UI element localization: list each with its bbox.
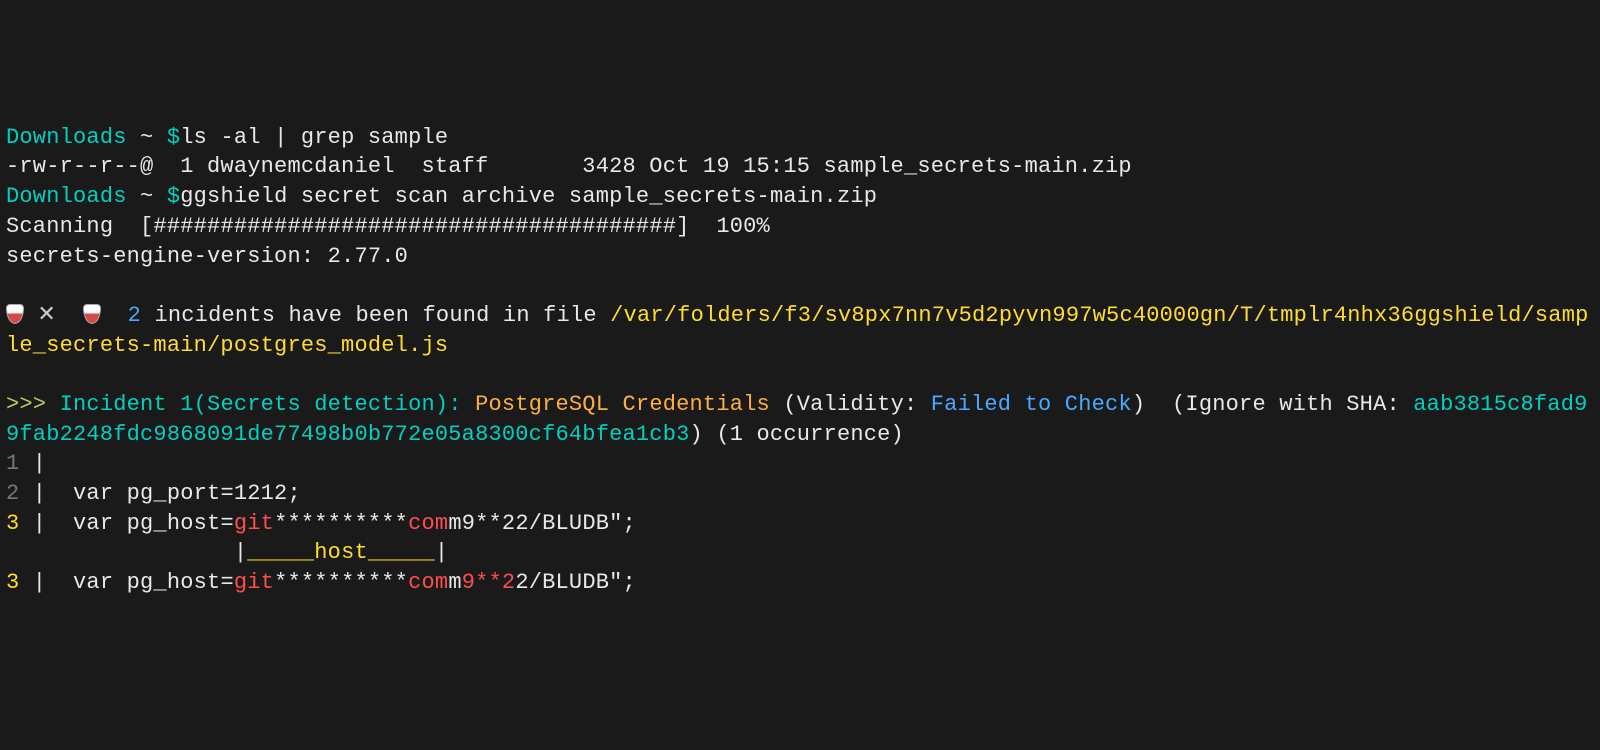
progress-bar: [#######################################… [140, 214, 690, 239]
code-line: | var pg_host= [19, 570, 233, 595]
incident-count: 2 [128, 303, 141, 328]
cmd[interactable]: ggshield secret scan archive sample_secr… [180, 184, 877, 209]
line-number: 1 [6, 451, 19, 476]
cwd: Downloads [6, 184, 127, 209]
secret-type: PostgreSQL Credentials [475, 392, 770, 417]
line-number: 3 [6, 511, 19, 536]
progress-pct: 100% [690, 214, 770, 239]
validity-status: Failed to Check [931, 392, 1132, 417]
secret-fragment: 9**2 [462, 570, 516, 595]
prompt-sigil: $ [167, 125, 180, 150]
code-line: | [19, 451, 46, 476]
sep [127, 125, 140, 150]
incident-header: Incident 1(Secrets detection): [46, 392, 475, 417]
swords-icon: ✕ [37, 303, 56, 328]
summary-msg: incidents have been found in file [141, 303, 610, 328]
match-label: host [314, 540, 368, 565]
line-number: 2 [6, 481, 19, 506]
code-line: | var pg_host= [19, 511, 233, 536]
ls-output: -rw-r--r--@ 1 dwaynemcdaniel staff 3428 … [6, 154, 1132, 179]
cmd[interactable]: ls -al | grep sample [180, 125, 448, 150]
code-line: | var pg_port=1212; [19, 481, 300, 506]
line-number: 3 [6, 570, 19, 595]
shield-icon [6, 304, 24, 324]
scan-label: Scanning [6, 214, 140, 239]
terminal-output: Downloads ~ $ls -al | grep sample -rw-r-… [6, 123, 1594, 598]
shield-icon [83, 304, 101, 324]
engine-version: secrets-engine-version: 2.77.0 [6, 244, 408, 269]
chevron: >>> [6, 392, 46, 417]
secret-fragment: git [234, 511, 274, 536]
prompt-sigil: $ [167, 184, 180, 209]
secret-fragment: com [408, 511, 448, 536]
cwd: Downloads [6, 125, 127, 150]
